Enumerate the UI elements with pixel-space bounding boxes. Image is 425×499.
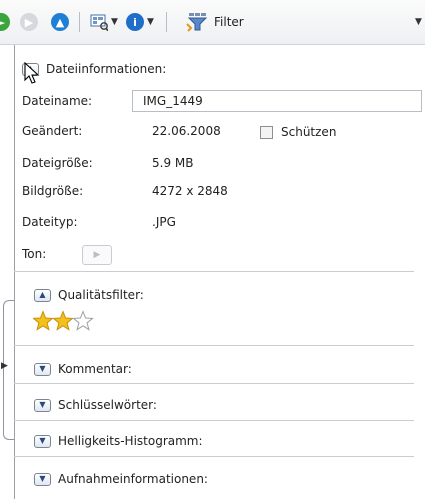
imagesize-value: 4272 x 2848 [152,184,228,198]
keywords-header[interactable]: ▼ Schlüsselwörter: [34,398,157,412]
up-button[interactable]: ▲ [51,11,69,33]
filename-field[interactable]: IMG_1449 [132,90,422,112]
filetype-label: Dateityp: [22,215,78,229]
star-rating-icons[interactable] [33,310,95,332]
modified-row: Geändert: [22,124,82,138]
imagesize-value-row: 4272 x 2848 [152,184,228,198]
expand-icon[interactable]: ▼ [34,434,51,448]
expand-icon[interactable]: ▼ [34,362,51,376]
info-panel [14,45,425,499]
filter-label: Filter [214,15,244,29]
shooting-info-header[interactable]: ▼ Aufnahmeinformationen: [34,472,208,486]
filter-button[interactable]: Filter [186,11,244,33]
filename-value: IMG_1449 [143,94,203,108]
info-icon: i [126,13,144,31]
up-arrow-icon: ▲ [51,13,69,31]
green-back-icon: ► [0,13,10,31]
section-divider [14,456,414,457]
star-filled-icon[interactable] [52,310,74,331]
filetype-value-row: .JPG [152,215,176,229]
filename-label: Dateiname: [22,94,93,108]
protect-label: Schützen [281,125,337,139]
keywords-title: Schlüsselwörter: [58,398,157,412]
expand-icon[interactable]: ▼ [34,398,51,412]
filesize-value-row: 5.9 MB [152,156,193,170]
modified-value-row: 22.06.2008 [152,124,221,138]
chevron-down-icon: ▼ [415,17,422,27]
play-icon: ▶ [93,250,101,260]
view-options-icon [90,14,108,31]
comment-header[interactable]: ▼ Kommentar: [34,362,132,376]
section-divider [14,420,414,421]
imagesize-row: Bildgröße: [22,184,83,198]
section-divider [14,271,414,272]
play-sound-button[interactable]: ▶ [82,245,112,265]
toolbar-separator [166,12,167,32]
back-button[interactable]: ► [0,11,10,33]
mouse-cursor-icon [24,62,40,84]
imagesize-label: Bildgröße: [22,184,84,198]
comment-title: Kommentar: [58,362,132,376]
forward-button[interactable]: ▶ [20,11,38,33]
star-filled-icon[interactable] [33,310,54,331]
collapse-icon[interactable]: ▲ [34,288,51,302]
shooting-info-title: Aufnahmeinformationen: [58,472,208,486]
chevron-down-icon: ▼ [147,17,154,27]
filesize-value: 5.9 MB [152,156,194,170]
filetype-value: .JPG [152,215,176,229]
filesize-row: Dateigröße: [22,156,93,170]
protect-checkbox[interactable] [260,125,273,139]
filesize-label: Dateigröße: [22,156,93,170]
sound-label: Ton: [22,247,47,261]
view-options-button[interactable]: ▼ [90,11,118,33]
quality-header[interactable]: ▲ Qualitätsfilter: [34,288,144,302]
chevron-down-icon: ▼ [111,17,118,27]
modified-value: 22.06.2008 [152,124,221,138]
toolbar: ► ▶ ▲ ▼ i ▼ Filter ▼ [0,0,425,45]
quality-title: Qualitätsfilter: [58,288,144,302]
filter-icon [186,13,208,32]
filetype-row: Dateityp: [22,215,77,229]
star-rating[interactable] [33,310,95,332]
histogram-header[interactable]: ▼ Helligkeits-Histogramm: [34,434,203,448]
modified-label: Geändert: [22,124,83,138]
section-divider [14,383,414,384]
protect-checkbox-row[interactable]: Schützen [260,125,336,139]
filter-dropdown-button[interactable]: ▼ [412,11,422,33]
filename-label-row: Dateiname: [22,94,92,108]
sound-row: Ton: [22,247,46,261]
grey-circle-icon: ▶ [20,13,38,31]
file-info-header[interactable]: ▲ Dateiinformationen: [22,62,166,76]
info-button[interactable]: i ▼ [126,11,154,33]
star-empty-icon[interactable] [72,310,94,331]
histogram-title: Helligkeits-Histogramm: [58,434,203,448]
section-divider [14,345,414,346]
expand-icon[interactable]: ▼ [34,472,51,486]
chevron-right-icon[interactable]: ▶ [1,361,8,371]
file-info-title: Dateiinformationen: [46,62,167,76]
toolbar-separator [79,12,80,32]
